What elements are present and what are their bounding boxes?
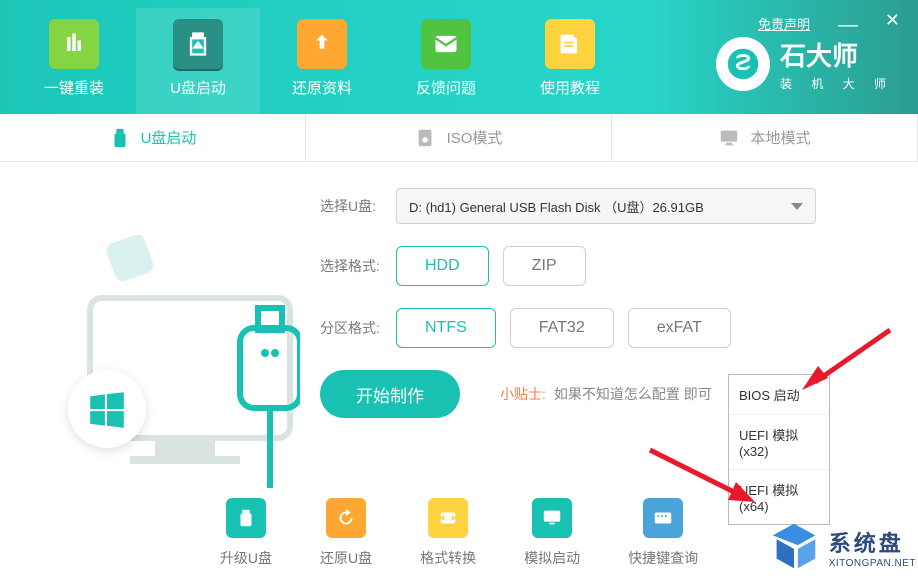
iso-icon: [415, 127, 437, 149]
watermark-url: XITONGPAN.NET: [829, 558, 916, 569]
restore-usb-icon: [326, 498, 366, 538]
brand: 石大师 装 机 大 师: [716, 36, 894, 92]
brand-title: 石大师: [780, 36, 894, 73]
tab-usb-boot[interactable]: U盘启动: [0, 114, 306, 161]
nav-restore[interactable]: 还原资料: [260, 8, 384, 114]
format-option-zip[interactable]: ZIP: [503, 246, 586, 286]
brand-logo-icon: [716, 37, 770, 91]
tab-label: 本地模式: [750, 127, 810, 148]
nav-label: 还原资料: [292, 77, 352, 98]
popup-item-bios[interactable]: BIOS 启动: [729, 375, 829, 414]
tool-label: 模拟启动: [524, 548, 580, 568]
brand-subtitle: 装 机 大 师: [780, 75, 894, 92]
tip-text: 如果不知道怎么配置 即可: [554, 384, 712, 404]
feedback-icon: [421, 19, 471, 69]
partition-option-exfat[interactable]: exFAT: [628, 308, 731, 348]
minimize-button[interactable]: —: [838, 14, 858, 37]
popup-item-uefi64[interactable]: UEFI 模拟(x64): [729, 469, 829, 524]
nav-tutorial[interactable]: 使用教程: [508, 8, 632, 114]
partition-option-ntfs[interactable]: NTFS: [396, 308, 496, 348]
tool-restore-usb[interactable]: 还原U盘: [320, 498, 372, 568]
tab-label: U盘启动: [141, 127, 197, 148]
usb-select[interactable]: D: (hd1) General USB Flash Disk （U盘）26.9…: [396, 188, 816, 224]
nav-feedback[interactable]: 反馈问题: [384, 8, 508, 114]
popup-item-uefi32[interactable]: UEFI 模拟(x32): [729, 414, 829, 469]
format-label: 选择格式:: [320, 256, 396, 276]
tool-hotkey-query[interactable]: 快捷键查询: [628, 498, 698, 568]
nav-usb-boot[interactable]: U盘启动: [136, 8, 260, 114]
format-option-hdd[interactable]: HDD: [396, 246, 489, 286]
watermark-title: 系统盘: [829, 526, 904, 558]
close-button[interactable]: ✕: [885, 10, 900, 31]
nav-label: 一键重装: [44, 77, 104, 98]
tab-iso[interactable]: ISO模式: [306, 114, 612, 161]
local-icon: [718, 127, 740, 149]
chevron-down-icon: [791, 203, 803, 210]
disclaimer-link[interactable]: 免责声明: [758, 14, 810, 33]
tool-label: 还原U盘: [320, 548, 372, 568]
nav-label: 使用教程: [540, 77, 600, 98]
tool-upgrade-usb[interactable]: 升级U盘: [220, 498, 272, 568]
watermark: 系统盘 XITONGPAN.NET: [765, 518, 916, 576]
usb-illustration: [40, 188, 300, 488]
windows-logo-icon: [68, 370, 146, 448]
nav-label: U盘启动: [170, 77, 226, 98]
partition-option-fat32[interactable]: FAT32: [510, 308, 614, 348]
reinstall-icon: [49, 19, 99, 69]
tip-label: 小贴士:: [500, 384, 546, 404]
upgrade-usb-icon: [226, 498, 266, 538]
mode-tabs: U盘启动 ISO模式 本地模式: [0, 114, 918, 162]
boot-mode-popup: BIOS 启动 UEFI 模拟(x32) UEFI 模拟(x64): [728, 374, 830, 525]
select-usb-label: 选择U盘:: [320, 196, 396, 216]
tool-label: 快捷键查询: [628, 548, 698, 568]
tab-label: ISO模式: [447, 127, 503, 148]
top-nav: 一键重装 U盘启动 还原资料 反馈问题 使用教程: [12, 8, 632, 114]
tutorial-icon: [545, 19, 595, 69]
tool-simulate-boot[interactable]: 模拟启动: [524, 498, 580, 568]
format-convert-icon: [428, 498, 468, 538]
partition-label: 分区格式:: [320, 318, 396, 338]
tool-format-convert[interactable]: 格式转换: [420, 498, 476, 568]
nav-reinstall[interactable]: 一键重装: [12, 8, 136, 114]
usb-select-value: D: (hd1) General USB Flash Disk （U盘）26.9…: [409, 197, 704, 216]
watermark-logo-icon: [765, 518, 823, 576]
app-header: 一键重装 U盘启动 还原资料 反馈问题 使用教程 免责声明 —: [0, 0, 918, 114]
hotkey-icon: [643, 498, 683, 538]
restore-icon: [297, 19, 347, 69]
usb-icon: [109, 127, 131, 149]
tool-label: 升级U盘: [220, 548, 272, 568]
simulate-boot-icon: [532, 498, 572, 538]
tool-label: 格式转换: [420, 548, 476, 568]
usb-boot-icon: [173, 19, 223, 69]
nav-label: 反馈问题: [416, 77, 476, 98]
tab-local[interactable]: 本地模式: [612, 114, 918, 161]
start-create-button[interactable]: 开始制作: [320, 370, 460, 418]
